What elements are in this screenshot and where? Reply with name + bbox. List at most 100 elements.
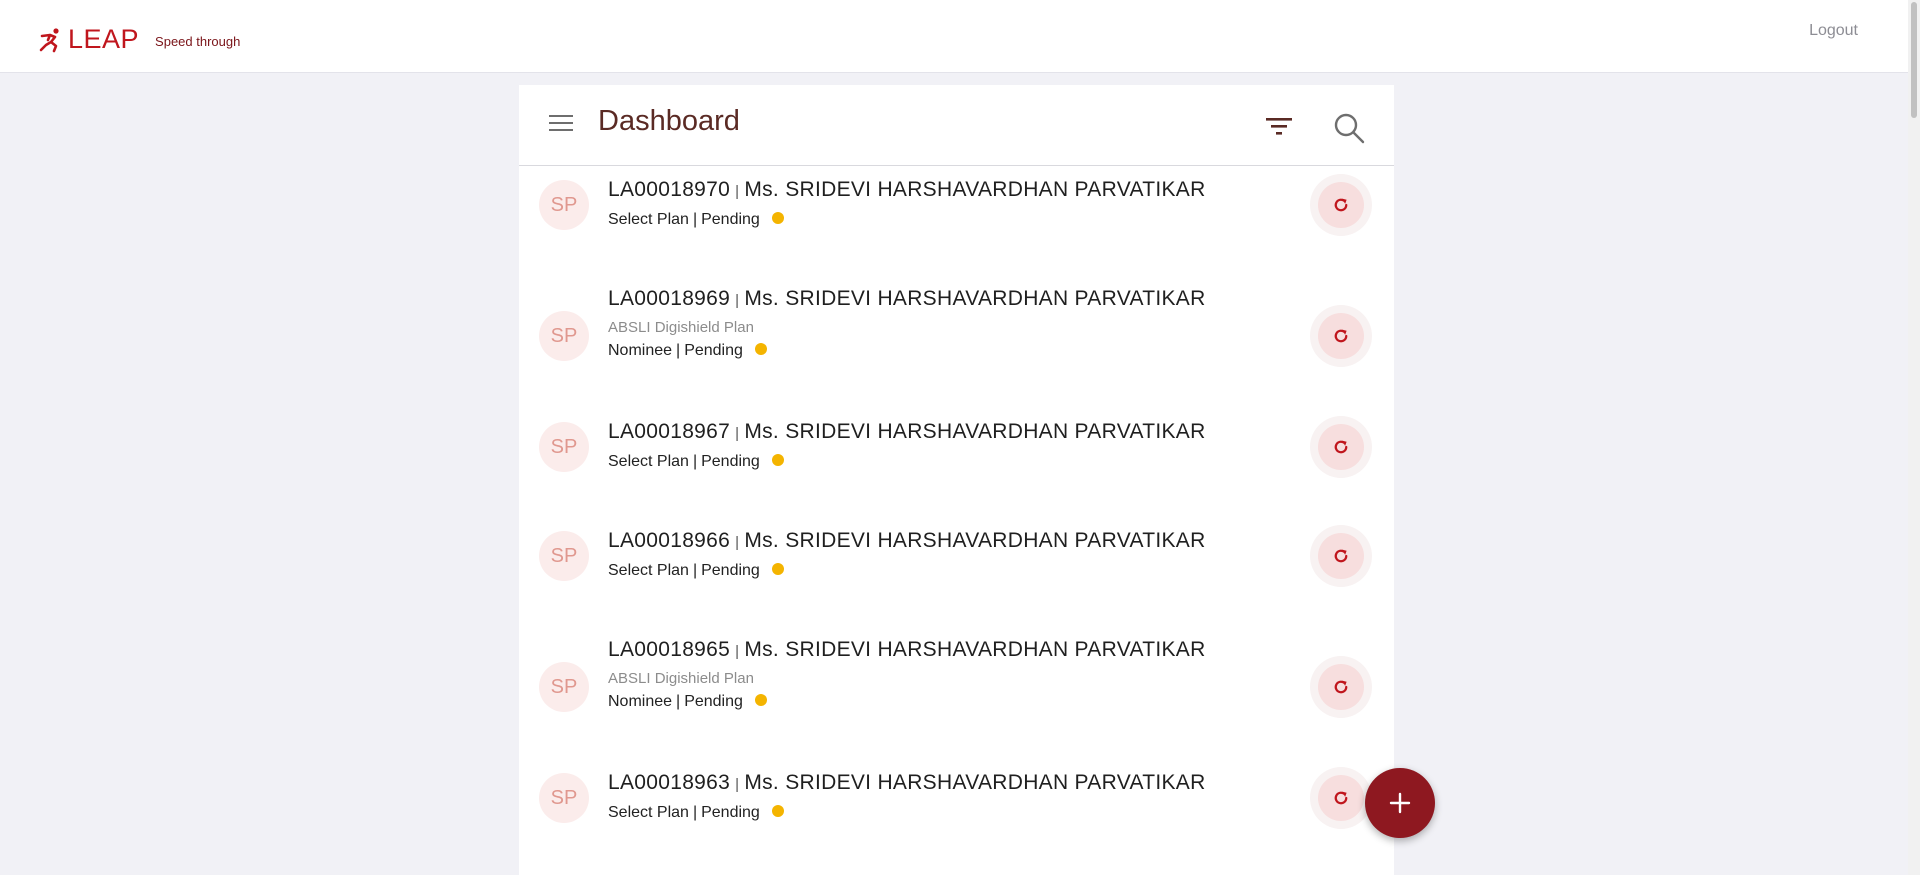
- hamburger-icon[interactable]: [549, 115, 573, 135]
- refresh-icon: [1334, 440, 1348, 454]
- refresh-button-inner: [1318, 182, 1364, 228]
- status-dot: [771, 454, 784, 466]
- list-item-title: LA00018966 | Ms. SRIDEVI HARSHAVARDHAN PAR…: [608, 529, 1206, 553]
- refresh-button-inner: [1318, 533, 1364, 579]
- status-separator: |: [692, 804, 698, 821]
- refresh-icon: [1334, 198, 1348, 212]
- list-item-text: LA00018963 | Ms. SRIDEVI HARSHAVARDHAN PAR…: [608, 771, 1206, 822]
- refresh-button-inner: [1318, 424, 1364, 470]
- refresh-button[interactable]: [1310, 416, 1372, 478]
- page-scrollbar[interactable]: [1908, 0, 1920, 875]
- add-application-button[interactable]: [1365, 768, 1435, 838]
- list-item-title: LA00018967 | Ms. SRIDEVI HARSHAVARDHAN PAR…: [608, 420, 1206, 444]
- list-item[interactable]: SP LA00018965 | Ms. SRIDEVI HARSHAVARDHAN P…: [519, 630, 1394, 763]
- list-item-text: LA00018965 | Ms. SRIDEVI HARSHAVARDHAN PAR…: [608, 638, 1206, 711]
- stage-label: Select Plan: [608, 804, 689, 821]
- refresh-button-inner: [1318, 313, 1364, 359]
- applicant-name: Ms. SRIDEVI HARSHAVARDHAN PARVATIKAR: [744, 529, 1206, 552]
- filter-icon[interactable]: [1266, 115, 1292, 137]
- status-label: Pending: [701, 211, 760, 228]
- status-separator: |: [676, 342, 681, 359]
- list-item-text: LA00018966 | Ms. SRIDEVI HARSHAVARDHAN PAR…: [608, 529, 1206, 580]
- status-line: Nominee | Pending: [608, 693, 1206, 711]
- title-separator: |: [735, 183, 740, 200]
- status-line: Nominee | Pending: [608, 342, 1206, 360]
- scrollbar-thumb[interactable]: [1911, 2, 1917, 118]
- application-id: LA00018965: [608, 638, 731, 661]
- search-icon[interactable]: [1333, 112, 1365, 144]
- leap-logo: LEAP: [38, 24, 139, 55]
- status-dot: [771, 212, 784, 224]
- status-line: Select Plan | Pending: [608, 804, 1206, 822]
- top-bar: LEAP Speed through Logout: [0, 0, 1908, 73]
- applicant-name: Ms. SRIDEVI HARSHAVARDHAN PARVATIKAR: [744, 771, 1206, 794]
- title-separator: |: [735, 292, 740, 309]
- applicant-name: Ms. SRIDEVI HARSHAVARDHAN PARVATIKAR: [744, 287, 1206, 310]
- plus-icon: [1389, 792, 1411, 814]
- application-id: LA00018963: [608, 771, 731, 794]
- title-separator: |: [735, 534, 740, 551]
- status-dot: [771, 805, 784, 817]
- logout-link[interactable]: Logout: [1809, 22, 1858, 40]
- list-item-title: LA00018963 | Ms. SRIDEVI HARSHAVARDHAN PAR…: [608, 771, 1206, 795]
- status-separator: |: [692, 453, 698, 470]
- refresh-button[interactable]: [1310, 174, 1372, 236]
- applicant-name: Ms. SRIDEVI HARSHAVARDHAN PARVATIKAR: [744, 420, 1206, 443]
- status-dot: [754, 694, 767, 706]
- stage-label: Nominee: [608, 342, 673, 359]
- refresh-button[interactable]: [1310, 656, 1372, 718]
- logo-text: LEAP: [68, 24, 140, 54]
- status-label: Pending: [684, 342, 743, 359]
- refresh-icon: [1334, 791, 1348, 805]
- status-label: Pending: [701, 453, 760, 470]
- plan-name: ABSLI Digishield Plan: [608, 319, 754, 336]
- stage-label: Nominee: [608, 693, 673, 710]
- plan-name: ABSLI Digishield Plan: [608, 670, 754, 687]
- status-separator: |: [692, 562, 698, 579]
- status-label: Pending: [701, 562, 760, 579]
- application-id: LA00018966: [608, 529, 731, 552]
- list-item[interactable]: SP LA00018963 | Ms. SRIDEVI HARSHAVARDHAN P…: [519, 763, 1394, 872]
- status-separator: |: [676, 693, 681, 710]
- status-label: Pending: [684, 693, 743, 710]
- avatar: SP: [539, 422, 589, 472]
- applicant-name: Ms. SRIDEVI HARSHAVARDHAN PARVATIKAR: [744, 638, 1206, 661]
- status-separator: |: [692, 211, 698, 228]
- avatar: SP: [539, 180, 589, 230]
- refresh-button[interactable]: [1310, 767, 1372, 829]
- dashboard-panel: Dashboard SP LA00018970 | Ms. SRIDEVI HARSH…: [519, 85, 1394, 875]
- avatar: SP: [539, 311, 589, 361]
- avatar: SP: [539, 662, 589, 712]
- application-id: LA00018967: [608, 420, 731, 443]
- stage-label: Select Plan: [608, 453, 689, 470]
- list-item[interactable]: SP LA00018970 | Ms. SRIDEVI HARSHAVARDHAN P…: [519, 170, 1394, 279]
- list-item-text: LA00018969 | Ms. SRIDEVI HARSHAVARDHAN PAR…: [608, 287, 1206, 360]
- list-item[interactable]: SP LA00018967 | Ms. SRIDEVI HARSHAVARDHAN P…: [519, 412, 1394, 521]
- list-item-title: LA00018965 | Ms. SRIDEVI HARSHAVARDHAN PAR…: [608, 638, 1206, 662]
- title-separator: |: [735, 643, 740, 660]
- application-id: LA00018970: [608, 178, 731, 201]
- application-id: LA00018969: [608, 287, 731, 310]
- refresh-icon: [1334, 329, 1348, 343]
- page-title: Dashboard: [598, 105, 740, 137]
- status-line: Select Plan | Pending: [608, 562, 1206, 580]
- status-line: Select Plan | Pending: [608, 453, 1206, 471]
- list-item[interactable]: SP LA00018966 | Ms. SRIDEVI HARSHAVARDHAN P…: [519, 521, 1394, 630]
- status-line: Select Plan | Pending: [608, 211, 1206, 229]
- runner-icon: [39, 27, 59, 52]
- panel-header: Dashboard: [519, 85, 1394, 166]
- stage-label: Select Plan: [608, 211, 689, 228]
- refresh-button[interactable]: [1310, 305, 1372, 367]
- avatar: SP: [539, 773, 589, 823]
- list-item-title: LA00018969 | Ms. SRIDEVI HARSHAVARDHAN PAR…: [608, 287, 1206, 311]
- applicant-name: Ms. SRIDEVI HARSHAVARDHAN PARVATIKAR: [744, 178, 1206, 201]
- brand[interactable]: LEAP Speed through: [38, 24, 240, 55]
- status-dot: [771, 563, 784, 575]
- list-item[interactable]: SP LA00018969 | Ms. SRIDEVI HARSHAVARDHAN P…: [519, 279, 1394, 412]
- list-item-text: LA00018967 | Ms. SRIDEVI HARSHAVARDHAN PAR…: [608, 420, 1206, 471]
- refresh-button[interactable]: [1310, 525, 1372, 587]
- title-separator: |: [735, 425, 740, 442]
- refresh-icon: [1334, 680, 1348, 694]
- refresh-button-inner: [1318, 775, 1364, 821]
- list-item-text: LA00018970 | Ms. SRIDEVI HARSHAVARDHAN PAR…: [608, 178, 1206, 229]
